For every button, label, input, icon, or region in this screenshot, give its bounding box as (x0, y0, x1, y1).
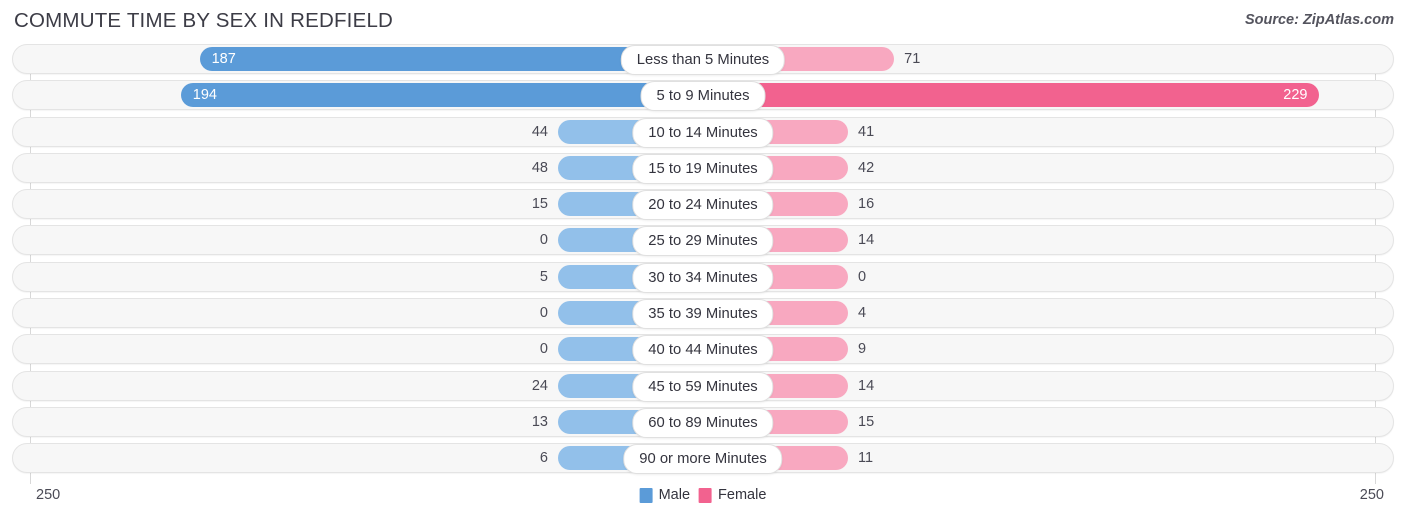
value-label-male: 0 (539, 305, 548, 322)
page-title: COMMUTE TIME BY SEX IN REDFIELD (14, 9, 394, 32)
category-label-pill: 10 to 14 Minutes (632, 117, 774, 148)
value-label-female: 42 (858, 159, 875, 176)
value-label-male: 44 (531, 123, 548, 140)
value-label-female: 4 (858, 305, 867, 322)
bar-row: 194 229 5 to 9 Minutes (0, 80, 1406, 112)
legend-swatch-male-icon (639, 487, 653, 503)
row-bars: 0 9 40 to 44 Minutes (0, 334, 1406, 366)
row-bars: 24 14 45 to 59 Minutes (0, 371, 1406, 402)
row-bars: 194 229 5 to 9 Minutes (0, 80, 1406, 112)
row-bars: 48 42 15 to 19 Minutes (0, 153, 1406, 184)
category-label-pill: 20 to 24 Minutes (632, 190, 774, 221)
row-bars: 13 15 60 to 89 Minutes (0, 407, 1406, 438)
value-label-female: 14 (858, 232, 875, 249)
bar-row: 24 14 45 to 59 Minutes (0, 370, 1406, 402)
row-bars: 44 41 10 to 14 Minutes (0, 117, 1406, 148)
bar-row: 0 4 35 to 39 Minutes (0, 298, 1406, 330)
bar-row: 44 41 10 to 14 Minutes (0, 116, 1406, 148)
value-label-male: 0 (539, 341, 548, 358)
bar-row: 48 42 15 to 19 Minutes (0, 152, 1406, 184)
value-label-male: 15 (531, 196, 548, 213)
category-label-pill: 40 to 44 Minutes (632, 335, 774, 366)
bar-rows: 187 71 Less than 5 Minutes 194 229 5 to 9 Min… (0, 44, 1406, 480)
category-label-pill: 35 to 39 Minutes (632, 299, 774, 330)
legend-swatch-female-icon (699, 487, 713, 503)
legend-label-male: Male (658, 487, 691, 503)
value-label-female: 41 (858, 123, 875, 140)
row-bars: 5 0 30 to 34 Minutes (0, 262, 1406, 293)
bar-female[interactable] (703, 83, 1320, 108)
chart-legend: Male Female (639, 487, 766, 503)
value-label-female: 16 (858, 196, 875, 213)
value-label-male: 0 (539, 232, 548, 249)
row-bars: 15 16 20 to 24 Minutes (0, 189, 1406, 221)
bar-row: 6 11 90 or more Minutes (0, 443, 1406, 475)
value-label-female: 71 (904, 51, 921, 67)
source-attribution: Source: ZipAtlas.com (1244, 12, 1394, 28)
value-label-male: 24 (531, 377, 548, 394)
value-label-female: 14 (858, 377, 875, 394)
category-label-pill: 90 or more Minutes (623, 444, 783, 475)
bar-row: 15 16 20 to 24 Minutes (0, 189, 1406, 221)
legend-item-male[interactable]: Male (639, 487, 691, 503)
category-label-pill: 60 to 89 Minutes (632, 407, 774, 438)
row-bars: 0 14 25 to 29 Minutes (0, 225, 1406, 257)
value-label-male: 48 (531, 159, 548, 176)
value-label-male: 187 (211, 51, 236, 67)
value-label-female: 9 (858, 341, 867, 358)
value-label-male: 194 (192, 87, 217, 104)
category-label-pill: 5 to 9 Minutes (640, 81, 766, 112)
category-label-pill: 15 to 19 Minutes (632, 153, 774, 184)
axis-max-left: 250 (36, 487, 61, 503)
bar-row: 187 71 Less than 5 Minutes (0, 44, 1406, 75)
value-label-female: 229 (1283, 87, 1308, 104)
row-bars: 6 11 90 or more Minutes (0, 443, 1406, 475)
bar-male[interactable] (180, 83, 703, 108)
value-label-female: 11 (858, 450, 874, 467)
bar-row: 13 15 60 to 89 Minutes (0, 406, 1406, 438)
axis-max-right: 250 (1359, 487, 1384, 503)
category-label-pill: 45 to 59 Minutes (632, 371, 774, 402)
category-label-pill: 25 to 29 Minutes (632, 226, 774, 257)
bar-row: 0 14 25 to 29 Minutes (0, 225, 1406, 257)
value-label-female: 0 (858, 268, 867, 285)
legend-item-female[interactable]: Female (699, 487, 766, 503)
chart-plot-area: 187 71 Less than 5 Minutes 194 229 5 to 9 Min… (0, 44, 1406, 484)
value-label-male: 5 (539, 268, 548, 285)
value-label-female: 15 (858, 413, 875, 430)
category-label-pill: Less than 5 Minutes (620, 45, 786, 75)
bar-row: 5 0 30 to 34 Minutes (0, 261, 1406, 293)
value-label-male: 6 (539, 450, 548, 467)
legend-label-female: Female (718, 487, 767, 503)
row-bars: 0 4 35 to 39 Minutes (0, 298, 1406, 330)
bar-row: 0 9 40 to 44 Minutes (0, 334, 1406, 366)
row-bars: 187 71 Less than 5 Minutes (0, 44, 1406, 75)
chart-footer: 250 250 Male Female (0, 484, 1406, 522)
chart-header: COMMUTE TIME BY SEX IN REDFIELD Source: … (0, 0, 1406, 42)
value-label-male: 13 (531, 413, 548, 430)
category-label-pill: 30 to 34 Minutes (632, 262, 774, 293)
